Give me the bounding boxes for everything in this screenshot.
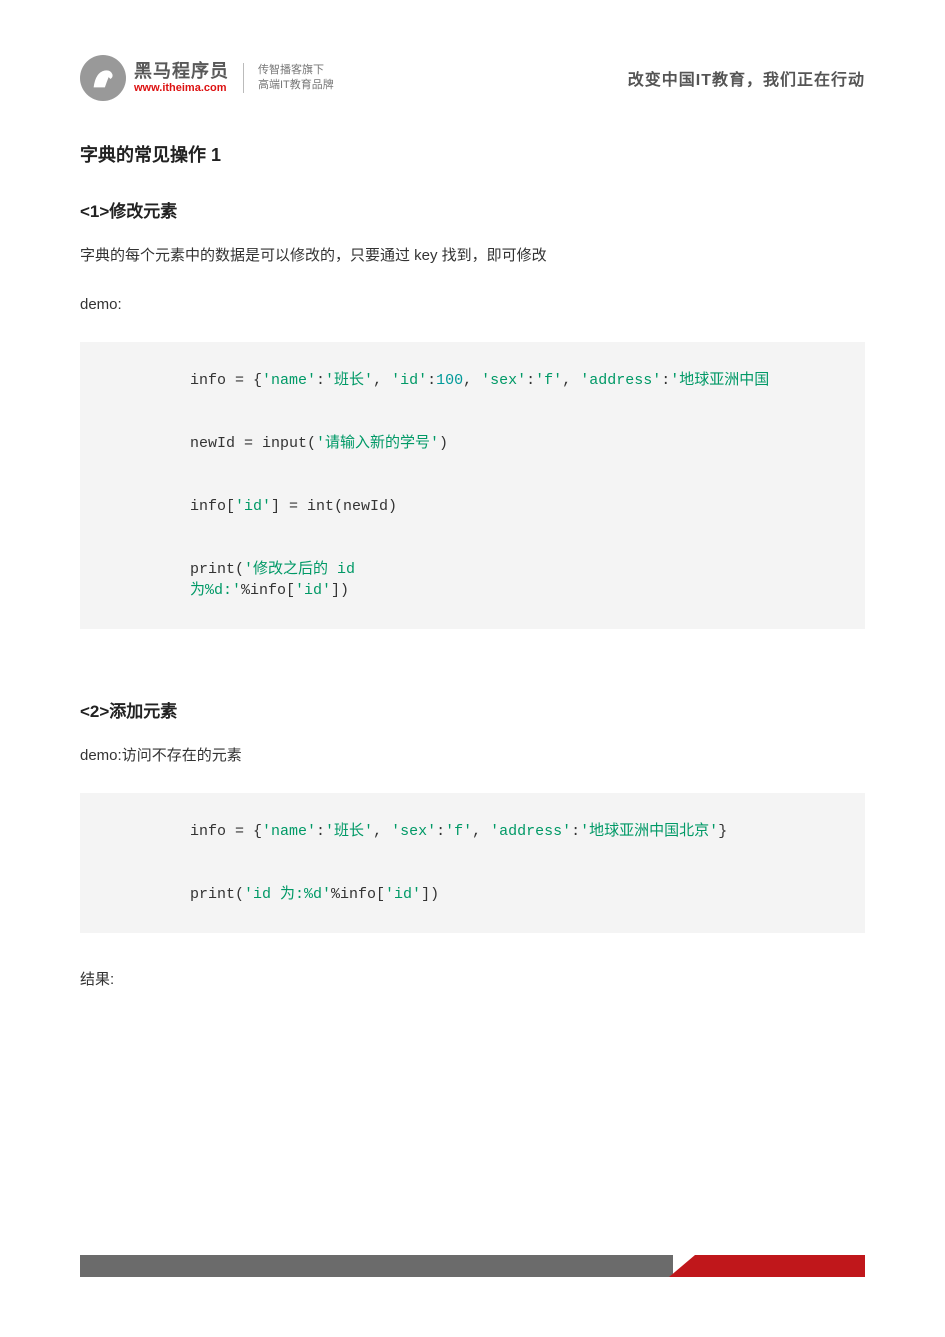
- code-str: 'id': [295, 582, 331, 599]
- code-str: '地球亚洲中国: [670, 372, 769, 389]
- code-text: info = {: [190, 372, 262, 389]
- code-str: '修改之后的 id: [244, 561, 355, 578]
- header-slogan: 改变中国IT教育，我们正在行动: [628, 66, 865, 90]
- divider: [243, 63, 244, 93]
- logo-url: www.itheima.com: [134, 82, 229, 94]
- footer-triangle: [669, 1255, 695, 1277]
- code-text: ]): [421, 886, 439, 903]
- code-block-1: info = {'name':'班长', 'id':100, 'sex':'f'…: [80, 342, 865, 629]
- code-text: %info[: [331, 886, 385, 903]
- demo-label-1: demo:: [80, 293, 865, 317]
- code-text: :: [571, 823, 580, 840]
- code-text: ,: [463, 372, 481, 389]
- code-text: }: [718, 823, 727, 840]
- code-str: 'address': [580, 372, 661, 389]
- code-str: 'id': [235, 498, 271, 515]
- code-text: info[: [190, 498, 235, 515]
- code-num: 100: [436, 372, 463, 389]
- code-block-2: info = {'name':'班长', 'sex':'f', 'address…: [80, 793, 865, 933]
- code-str: 'name': [262, 372, 316, 389]
- code-str: 为%d:': [190, 582, 241, 599]
- code-text: ]): [331, 582, 349, 599]
- tagline-1: 传智播客旗下: [258, 63, 334, 78]
- logo-icon: [80, 55, 126, 101]
- code-str: 'sex': [481, 372, 526, 389]
- code-text: newId = input(: [190, 435, 316, 452]
- code-str: 'name': [262, 823, 316, 840]
- logo-text: 黑马程序员 www.itheima.com: [134, 62, 229, 94]
- footer-red: [695, 1255, 865, 1277]
- footer-bar: [80, 1255, 865, 1277]
- code-str: 'id': [391, 372, 427, 389]
- code-str: 'address': [490, 823, 571, 840]
- code-str: '班长': [325, 823, 373, 840]
- code-text: ,: [373, 823, 391, 840]
- tagline-2: 高端IT教育品牌: [258, 78, 334, 93]
- logo-title: 黑马程序员: [134, 62, 229, 82]
- result-label: 结果:: [80, 968, 865, 992]
- horse-icon: [88, 63, 118, 93]
- page-title: 字典的常⻅操作 1: [80, 141, 865, 167]
- code-text: ): [439, 435, 448, 452]
- code-text: :: [316, 823, 325, 840]
- footer-gray: [80, 1255, 673, 1277]
- code-text: :: [316, 372, 325, 389]
- code-text: info = {: [190, 823, 262, 840]
- code-text: :: [436, 823, 445, 840]
- code-text: ,: [562, 372, 580, 389]
- code-text: print(: [190, 886, 244, 903]
- code-str: 'id 为:%d': [244, 886, 331, 903]
- demo-label-2: demo:访问不存在的元素: [80, 744, 865, 768]
- logo-block: 黑马程序员 www.itheima.com 传智播客旗下 高端IT教育品牌: [80, 55, 334, 101]
- logo-tagline: 传智播客旗下 高端IT教育品牌: [258, 63, 334, 94]
- code-text: print(: [190, 561, 244, 578]
- code-str: 'f': [445, 823, 472, 840]
- code-str: 'f': [535, 372, 562, 389]
- code-text: :: [427, 372, 436, 389]
- document-page: 黑马程序员 www.itheima.com 传智播客旗下 高端IT教育品牌 改变…: [0, 0, 945, 992]
- page-header: 黑马程序员 www.itheima.com 传智播客旗下 高端IT教育品牌 改变…: [80, 55, 865, 101]
- code-text: ] = int(newId): [271, 498, 397, 515]
- code-text: ,: [373, 372, 391, 389]
- code-str: '班长': [325, 372, 373, 389]
- code-text: %info[: [241, 582, 295, 599]
- section2-heading: <2>添加元素: [80, 697, 865, 722]
- code-text: ,: [472, 823, 490, 840]
- code-str: 'sex': [391, 823, 436, 840]
- spacer: [80, 664, 865, 689]
- section1-para: 字典的每个元素中的数据是可以修改的，只要通过 key 找到，即可修改: [80, 244, 865, 268]
- code-str: '请输入新的学号': [316, 435, 439, 452]
- code-text: :: [661, 372, 670, 389]
- code-str: '地球亚洲中国北京': [580, 823, 718, 840]
- code-text: :: [526, 372, 535, 389]
- code-str: 'id': [385, 886, 421, 903]
- section1-heading: <1>修改元素: [80, 197, 865, 222]
